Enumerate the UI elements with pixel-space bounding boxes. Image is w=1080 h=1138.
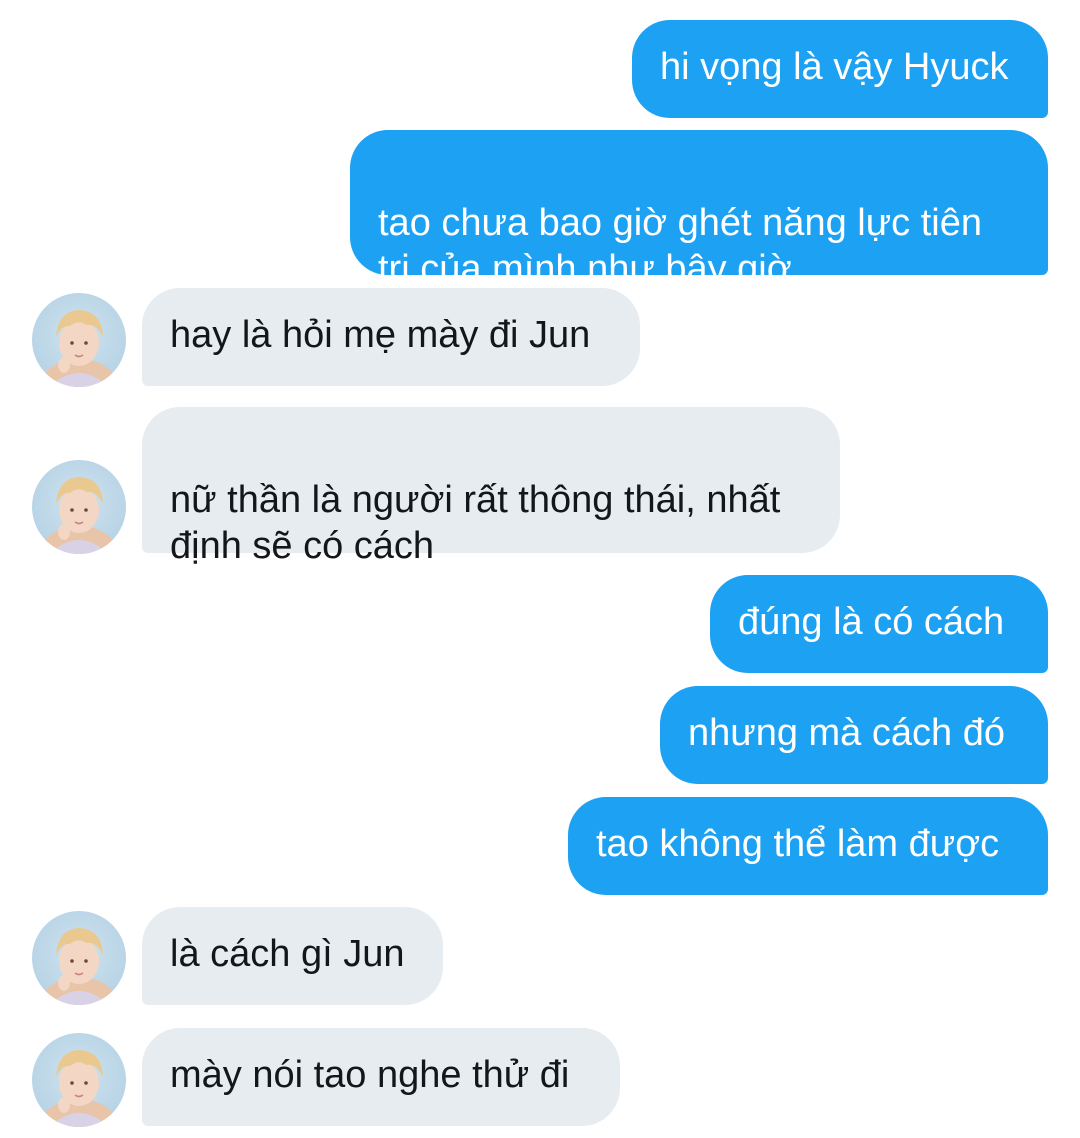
user-avatar-icon[interactable] (32, 911, 126, 1005)
message-text: nữ thần là người rất thông thái, nhất đị… (170, 479, 781, 567)
message-text: hay là hỏi mẹ mày đi Jun (170, 314, 591, 356)
message-bubble-outgoing[interactable]: tao chưa bao giờ ghét năng lực tiên tri … (350, 130, 1048, 290)
message-bubble-outgoing[interactable]: nhưng mà cách đó (660, 686, 1048, 784)
message-bubble-incoming[interactable]: hay là hỏi mẹ mày đi Jun (142, 288, 640, 386)
message-text: tao chưa bao giờ ghét năng lực tiên tri … (378, 202, 982, 290)
message-bubble-outgoing[interactable]: đúng là có cách (710, 575, 1048, 673)
message-bubble-outgoing[interactable]: hi vọng là vậy Hyuck (632, 20, 1048, 118)
message-bubble-outgoing[interactable]: tao không thể làm được (568, 797, 1048, 895)
message-bubble-incoming[interactable]: mày nói tao nghe thử đi (142, 1028, 620, 1126)
user-avatar-icon[interactable] (32, 1033, 126, 1127)
message-text: hi vọng là vậy Hyuck (660, 46, 1009, 88)
message-text: đúng là có cách (738, 601, 1005, 643)
message-text: mày nói tao nghe thử đi (170, 1054, 570, 1096)
user-avatar-icon[interactable] (32, 293, 126, 387)
message-bubble-incoming[interactable]: nữ thần là người rất thông thái, nhất đị… (142, 407, 840, 567)
message-text: nhưng mà cách đó (688, 712, 1005, 754)
message-text: là cách gì Jun (170, 933, 405, 975)
message-bubble-incoming[interactable]: là cách gì Jun (142, 907, 443, 1005)
message-text: tao không thể làm được (596, 823, 1000, 865)
user-avatar-icon[interactable] (32, 460, 126, 554)
